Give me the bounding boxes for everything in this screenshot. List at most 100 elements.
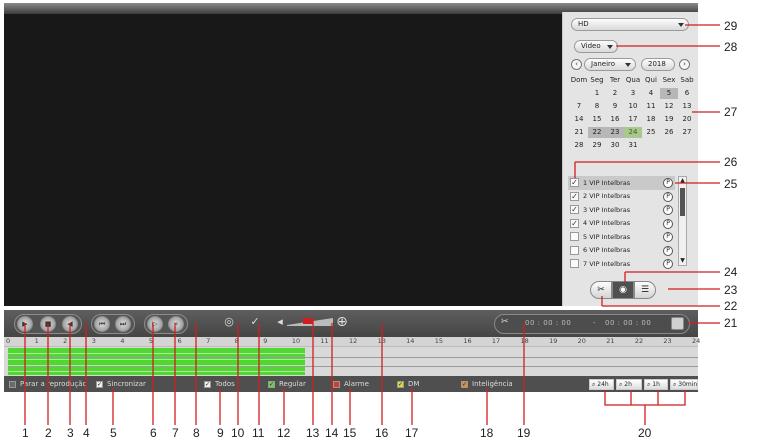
clip-icon[interactable]: ✂ — [501, 317, 509, 327]
snapshot-icon[interactable]: ◎ — [222, 315, 236, 329]
calendar-day[interactable]: 6 — [678, 88, 696, 99]
alarm-checkbox[interactable]: Alarme — [333, 380, 369, 388]
channel-checkbox[interactable]: ✓ — [570, 205, 579, 215]
channel-checkbox[interactable]: ✓ — [570, 218, 579, 228]
stop-icon[interactable]: ■ — [40, 316, 56, 332]
regular-checkbox[interactable]: ✓ Regular — [268, 380, 306, 388]
year-field[interactable]: 2018 — [641, 58, 675, 71]
calendar-day[interactable]: 10 — [624, 101, 642, 112]
calendar-day[interactable]: 5 — [660, 88, 678, 99]
slow-icon[interactable]: ▷ — [147, 316, 163, 332]
zoom-2h-button[interactable]: ⌕ 2h — [616, 379, 642, 390]
start-time[interactable]: 00 : 00 : 00 — [525, 319, 571, 327]
calendar-day[interactable]: 15 — [588, 114, 606, 125]
zoom-icon[interactable]: ⊕ — [335, 315, 349, 329]
play-icon[interactable]: ▶ — [17, 316, 33, 332]
calendar-day[interactable]: 21 — [570, 127, 588, 138]
channel-stream-icon[interactable]: P — [663, 178, 673, 188]
scroll-up-icon[interactable]: ▲ — [679, 177, 686, 185]
channel-checkbox[interactable]: ✓ — [570, 191, 579, 201]
calendar-day[interactable]: 8 — [588, 101, 606, 112]
recording-bar[interactable] — [8, 348, 305, 375]
channel-row[interactable]: 7 VIP Intelbras P — [568, 257, 675, 271]
channel-stream-icon[interactable]: P — [663, 259, 673, 269]
tag-icon[interactable]: ✂ — [590, 281, 612, 299]
calendar-day[interactable]: 23 — [606, 127, 624, 138]
calendar-day[interactable]: 1 — [588, 88, 606, 99]
stop-playback-option[interactable]: Parar a reprodução — [9, 380, 87, 388]
calendar-day[interactable]: 26 — [660, 127, 678, 138]
calendar-day[interactable]: 22 — [588, 127, 606, 138]
channel-scrollbar[interactable]: ▲ ▼ — [678, 176, 687, 266]
month-dropdown[interactable]: Janeiro — [584, 58, 636, 71]
zoom-30min-button[interactable]: ⌕ 30min — [670, 379, 698, 390]
channel-checkbox[interactable] — [570, 245, 579, 255]
calendar-day[interactable]: 16 — [606, 114, 624, 125]
channel-stream-icon[interactable]: P — [663, 218, 673, 229]
channel-row[interactable]: ✓ 4 VIP Intelbras P — [568, 217, 675, 231]
hour-tick-label: 22 — [634, 337, 644, 345]
channel-checkbox[interactable]: ✓ — [570, 178, 579, 188]
md-checkbox[interactable]: ✓ DM — [397, 380, 419, 388]
channel-row[interactable]: ✓ 3 VIP Intelbras P — [568, 203, 675, 217]
zoom-24h-button[interactable]: ⌕ 24h — [589, 379, 614, 390]
video-display[interactable] — [4, 14, 562, 306]
channel-stream-icon[interactable]: P — [663, 232, 673, 242]
calendar-day[interactable]: 18 — [642, 114, 660, 125]
fast-icon[interactable]: » — [168, 316, 184, 332]
hour-tick-label: 9 — [263, 337, 268, 345]
calendar-day[interactable]: 9 — [606, 101, 624, 112]
calendar-day[interactable]: 17 — [624, 114, 642, 125]
channel-checkbox[interactable] — [570, 259, 579, 269]
calendar-day[interactable]: 28 — [570, 140, 588, 151]
next-frame-icon[interactable]: ⏭ — [115, 316, 131, 332]
channel-stream-icon[interactable]: P — [663, 191, 673, 202]
all-checkbox[interactable]: ✓ Todos — [204, 380, 235, 388]
calendar-day[interactable]: 29 — [588, 140, 606, 151]
channel-checkbox[interactable] — [570, 232, 579, 242]
prev-month-button[interactable]: ‹ — [571, 59, 582, 70]
calendar-day[interactable]: 14 — [570, 114, 588, 125]
calendar-day[interactable]: 11 — [642, 101, 660, 112]
calendar-day[interactable]: 2 — [606, 88, 624, 99]
calendar-day — [570, 88, 588, 99]
sync-checkbox[interactable]: ✓ Sincronizar — [96, 380, 146, 388]
hour-tick-label: 12 — [349, 337, 358, 345]
channel-row[interactable]: 5 VIP Intelbras P — [568, 230, 675, 244]
quality-dropdown[interactable]: HD — [571, 18, 689, 31]
calendar-day[interactable]: 27 — [678, 127, 696, 138]
stream-type-dropdown[interactable]: Video — [574, 40, 618, 53]
list-view-icon[interactable]: ☰ — [634, 281, 656, 299]
calendar-day[interactable]: 25 — [642, 127, 660, 138]
volume-icon[interactable]: ◂ — [273, 315, 287, 329]
calendar-day[interactable]: 20 — [678, 114, 696, 125]
scroll-down-icon[interactable]: ▼ — [679, 257, 686, 265]
calendar-day[interactable]: 13 — [678, 101, 696, 112]
calendar-day[interactable]: 12 — [660, 101, 678, 112]
tag-add-icon[interactable]: ✓ — [248, 315, 262, 329]
calendar-day[interactable]: 3 — [624, 88, 642, 99]
calendar-day[interactable]: 4 — [642, 88, 660, 99]
calendar-day[interactable]: 7 — [570, 101, 588, 112]
calendar-day[interactable]: 24 — [624, 127, 642, 138]
channel-stream-icon[interactable]: P — [663, 205, 673, 215]
scroll-thumb[interactable] — [680, 188, 685, 216]
channel-stream-icon[interactable]: P — [663, 245, 673, 256]
channel-row[interactable]: ✓ 1 VIP Intelbras P — [568, 176, 675, 190]
volume-slider[interactable] — [287, 318, 333, 326]
save-icon[interactable] — [671, 317, 684, 330]
calendar-day[interactable]: 30 — [606, 140, 624, 151]
end-time[interactable]: 00 : 00 : 00 — [605, 319, 651, 327]
reverse-play-icon[interactable]: ◀ — [62, 316, 78, 332]
zoom-1h-button[interactable]: ⌕ 1h — [644, 379, 668, 390]
channel-row[interactable]: 6 VIP Intelbras P — [568, 244, 675, 258]
calendar-week: 14 15 16 17 18 19 20 — [570, 113, 696, 126]
intelligence-checkbox[interactable]: ✓ Inteligência — [461, 380, 513, 388]
next-month-button[interactable]: › — [679, 59, 690, 70]
callout-number: 7 — [172, 426, 179, 440]
channel-row[interactable]: ✓ 2 VIP Intelbras P — [568, 190, 675, 204]
previous-frame-icon[interactable]: ⏮ — [94, 316, 110, 332]
playback-mode-icon[interactable]: ◉ — [612, 281, 634, 299]
calendar-day[interactable]: 19 — [660, 114, 678, 125]
calendar-day[interactable]: 31 — [624, 140, 642, 151]
